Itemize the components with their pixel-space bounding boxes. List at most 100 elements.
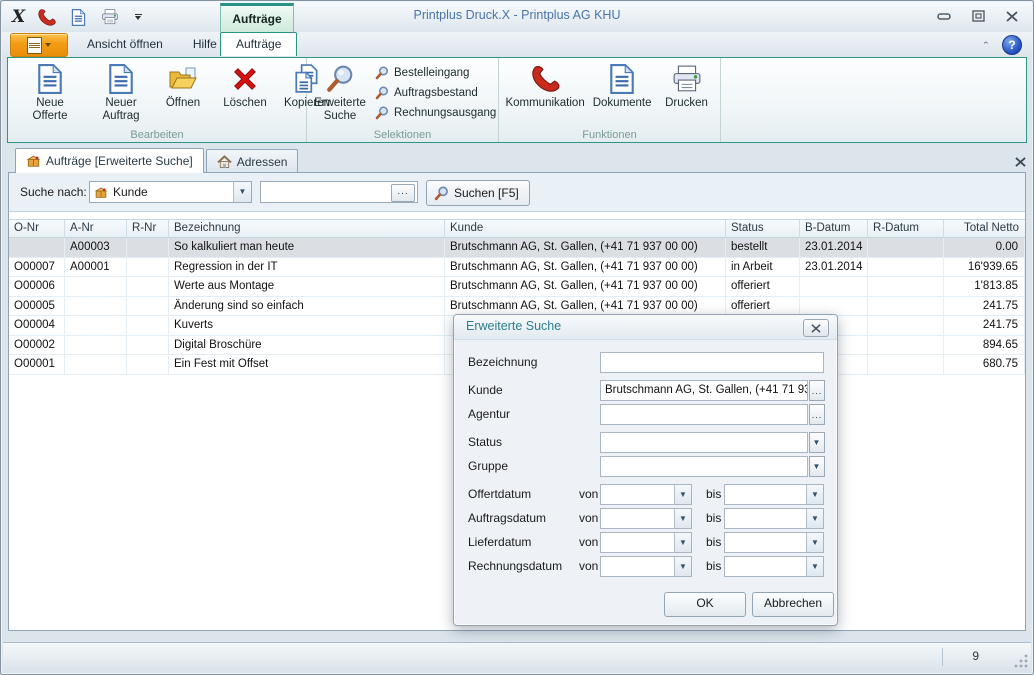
table-cell: Brutschmann AG, St. Gallen, (+41 71 937 …	[445, 238, 726, 257]
chevron-down-icon[interactable]: ▼	[674, 509, 691, 528]
collapse-ribbon-icon[interactable]: ⌃	[982, 41, 990, 50]
agentur-browse-button[interactable]: ...	[809, 404, 825, 425]
table-row[interactable]: O00007A00001Regression in der ITBrutschm…	[9, 258, 1025, 278]
date-to-select[interactable]: ▼	[724, 508, 824, 529]
chevron-down-icon[interactable]: ▼	[674, 533, 691, 552]
status-row: Status ▼	[454, 432, 837, 454]
kunde-input[interactable]: Brutschmann AG, St. Gallen, (+41 71 937	[600, 380, 808, 401]
table-cell: Kuverts	[169, 316, 445, 335]
date-from-select[interactable]: ▼	[600, 508, 692, 529]
column-header[interactable]: Bezeichnung	[169, 220, 445, 237]
field-label: Gruppe	[468, 459, 508, 473]
table-cell: A00003	[65, 238, 127, 257]
date-from-select[interactable]: ▼	[600, 532, 692, 553]
chevron-down-icon[interactable]: ▼	[806, 485, 823, 504]
auftragsbestand-item[interactable]: Auftragsbestand	[375, 86, 496, 100]
resize-grip[interactable]	[1014, 654, 1028, 668]
date-range-row: Lieferdatumvon▼bis▼	[454, 532, 837, 554]
neue-offerte-button[interactable]: Neue Offerte	[10, 61, 90, 123]
table-cell	[65, 355, 127, 374]
erweiterte-suche-button[interactable]: Erweiterte Suche	[309, 61, 371, 123]
help-icon[interactable]: ?	[1002, 35, 1022, 55]
date-from-select[interactable]: ▼	[600, 556, 692, 577]
table-row[interactable]: A00003So kalkuliert man heuteBrutschmann…	[9, 238, 1025, 258]
search-input[interactable]: ...	[260, 181, 418, 203]
table-cell	[127, 258, 169, 277]
column-header[interactable]: Status	[726, 220, 800, 237]
dialog-title: Erweiterte Suche	[466, 319, 561, 333]
doctab-adressen[interactable]: Adressen	[206, 149, 299, 173]
chevron-down-icon[interactable]: ▼	[809, 432, 825, 453]
printer-icon	[672, 63, 702, 95]
column-header[interactable]: R-Nr	[127, 220, 169, 237]
field-label: Rechnungsdatum	[468, 559, 562, 573]
button-label: Löschen	[223, 97, 266, 110]
chevron-down-icon[interactable]: ▼	[233, 182, 251, 202]
table-cell: 0.00	[944, 238, 1025, 257]
kommunikation-button[interactable]: Kommunikation	[501, 61, 588, 110]
drucken-button[interactable]: Drucken	[656, 61, 718, 110]
status-bar: 9	[3, 642, 1031, 671]
search-icon	[375, 106, 389, 120]
table-cell	[65, 297, 127, 316]
column-header[interactable]: R-Datum	[868, 220, 944, 237]
dialog-close-button[interactable]	[803, 319, 829, 337]
neuer-auftrag-button[interactable]: Neuer Auftrag	[90, 61, 152, 123]
minimize-icon[interactable]	[936, 9, 952, 23]
rechnungsausgang-item[interactable]: Rechnungsausgang	[375, 106, 496, 120]
table-cell: Regression in der IT	[169, 258, 445, 277]
chevron-down-icon[interactable]: ▼	[674, 485, 691, 504]
search-button[interactable]: Suchen [F5]	[426, 180, 530, 206]
table-cell	[868, 297, 944, 316]
agentur-input[interactable]	[600, 404, 808, 425]
column-header[interactable]: B-Datum	[800, 220, 868, 237]
doctab-auftraege-erweiterte-suche[interactable]: Aufträge [Erweiterte Suche]	[15, 148, 204, 173]
kunde-browse-button[interactable]: ...	[809, 380, 825, 401]
chevron-down-icon[interactable]: ▼	[806, 533, 823, 552]
column-header[interactable]: A-Nr	[65, 220, 127, 237]
chevron-down-icon[interactable]: ▼	[806, 557, 823, 576]
bestelleingang-item[interactable]: Bestelleingang	[375, 66, 496, 80]
table-cell	[127, 355, 169, 374]
gruppe-select[interactable]	[600, 456, 808, 477]
maximize-icon[interactable]	[970, 9, 986, 23]
column-header[interactable]: Kunde	[445, 220, 726, 237]
column-header[interactable]: O-Nr	[9, 220, 65, 237]
chevron-down-icon[interactable]: ▼	[809, 456, 825, 477]
search-field-selector[interactable]: Kunde ▼	[89, 181, 252, 203]
oeffnen-button[interactable]: Öffnen	[152, 61, 214, 110]
date-to-select[interactable]: ▼	[724, 556, 824, 577]
browse-button[interactable]: ...	[391, 184, 415, 202]
package-icon	[26, 154, 41, 168]
table-cell: 23.01.2014	[800, 258, 868, 277]
button-label: Drucken	[665, 97, 708, 110]
date-from-select[interactable]: ▼	[600, 484, 692, 505]
date-to-select[interactable]: ▼	[724, 532, 824, 553]
table-cell: O00002	[9, 336, 65, 355]
status-select[interactable]	[600, 432, 808, 453]
table-cell: 680.75	[944, 355, 1025, 374]
dialog-title-bar[interactable]: Erweiterte Suche	[454, 315, 837, 340]
close-pane-icon[interactable]	[1015, 157, 1026, 167]
chevron-down-icon	[45, 43, 51, 47]
table-cell: Ein Fest mit Offset	[169, 355, 445, 374]
button-label: Öffnen	[166, 97, 200, 110]
date-to-select[interactable]: ▼	[724, 484, 824, 505]
table-row[interactable]: O00006Werte aus MontageBrutschmann AG, S…	[9, 277, 1025, 297]
cancel-button[interactable]: Abbrechen	[752, 592, 834, 617]
application-menu-button[interactable]	[10, 33, 68, 57]
ok-button[interactable]: OK	[664, 592, 746, 617]
chevron-down-icon[interactable]: ▼	[674, 557, 691, 576]
column-header[interactable]: Total Netto	[944, 220, 1025, 237]
loeschen-button[interactable]: Löschen	[214, 61, 276, 110]
table-cell	[868, 238, 944, 257]
search-icon	[434, 186, 449, 201]
bezeichnung-input[interactable]	[600, 352, 824, 373]
group-label-selektionen: Selektionen	[307, 129, 498, 141]
table-cell	[868, 316, 944, 335]
dokumente-button[interactable]: Dokumente	[589, 61, 656, 110]
tab-auftraege[interactable]: Aufträge	[220, 32, 297, 56]
close-icon[interactable]	[1004, 9, 1020, 23]
chevron-down-icon[interactable]: ▼	[806, 509, 823, 528]
tab-ansicht-oeffnen[interactable]: Ansicht öffnen	[72, 32, 178, 57]
